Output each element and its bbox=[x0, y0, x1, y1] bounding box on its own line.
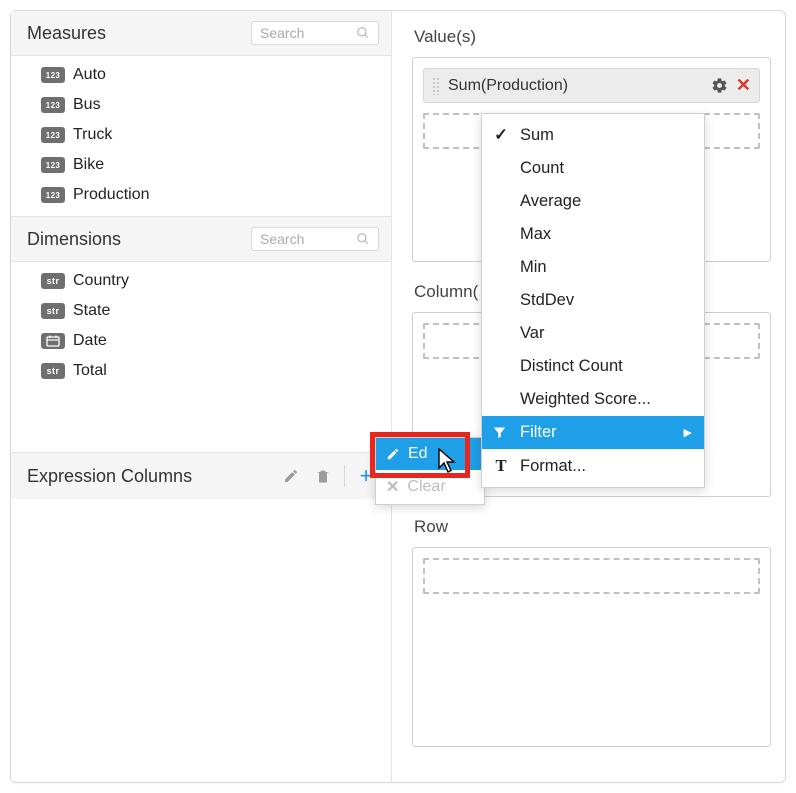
list-item[interactable]: 123 Production bbox=[11, 180, 391, 210]
value-pill[interactable]: Sum(Production) ✕ bbox=[423, 68, 760, 103]
list-item[interactable]: 123 Bike bbox=[11, 150, 391, 180]
measures-list: 123 Auto 123 Bus 123 Truck 123 Bike 123 Produ… bbox=[11, 56, 391, 216]
left-pane: Measures 123 Auto 123 Bus 123 Truck 123 Bike… bbox=[11, 11, 392, 782]
list-item[interactable]: str State bbox=[11, 296, 391, 326]
edit-expression-button[interactable] bbox=[280, 465, 302, 487]
menu-label: Weighted Score... bbox=[520, 390, 651, 409]
menu-item-count[interactable]: Count bbox=[482, 152, 704, 185]
measure-label: Production bbox=[73, 186, 150, 204]
chevron-right-icon: ▶ bbox=[684, 426, 692, 439]
submenu-edit-label: Ed bbox=[408, 445, 428, 463]
list-item[interactable]: 123 Bus bbox=[11, 90, 391, 120]
menu-label: Format... bbox=[520, 457, 586, 476]
menu-label: Var bbox=[520, 324, 544, 343]
list-item[interactable]: 123 Truck bbox=[11, 120, 391, 150]
menu-item-average[interactable]: Average bbox=[482, 185, 704, 218]
list-item[interactable]: str Country bbox=[11, 266, 391, 296]
string-icon: str bbox=[41, 273, 65, 289]
menu-label: Sum bbox=[520, 126, 554, 145]
aggregation-menu[interactable]: ✓ Sum Count Average Max Min StdDev Var Di… bbox=[481, 113, 705, 488]
dimension-label: Date bbox=[73, 332, 107, 350]
close-icon: ✕ bbox=[386, 477, 399, 497]
row-panel[interactable] bbox=[412, 547, 771, 747]
number-icon: 123 bbox=[41, 187, 65, 203]
number-icon: 123 bbox=[41, 97, 65, 113]
search-icon bbox=[356, 26, 370, 40]
menu-item-weighted-score[interactable]: Weighted Score... bbox=[482, 383, 704, 416]
row-label: Row bbox=[412, 515, 771, 543]
measures-title: Measures bbox=[27, 23, 106, 44]
menu-label: StdDev bbox=[520, 291, 574, 310]
string-icon: str bbox=[41, 303, 65, 319]
submenu-clear-label: Clear bbox=[407, 478, 445, 496]
measures-header: Measures bbox=[11, 11, 391, 56]
drag-handle-icon[interactable] bbox=[432, 77, 440, 95]
menu-label: Count bbox=[520, 159, 564, 178]
menu-label: Filter bbox=[520, 423, 557, 442]
number-icon: 123 bbox=[41, 67, 65, 83]
menu-item-distinct-count[interactable]: Distinct Count bbox=[482, 350, 704, 383]
check-icon: ✓ bbox=[492, 125, 510, 145]
dimension-label: Total bbox=[73, 362, 107, 380]
list-item[interactable]: 123 Auto bbox=[11, 60, 391, 90]
format-icon: T bbox=[492, 456, 510, 476]
add-expression-button[interactable]: + bbox=[355, 465, 377, 487]
list-item[interactable]: str Total bbox=[11, 356, 391, 386]
submenu-clear[interactable]: ✕ Clear bbox=[376, 470, 484, 504]
menu-label: Max bbox=[520, 225, 551, 244]
menu-item-max[interactable]: Max bbox=[482, 218, 704, 251]
number-icon: 123 bbox=[41, 157, 65, 173]
submenu-edit[interactable]: Ed bbox=[376, 438, 484, 470]
menu-item-var[interactable]: Var bbox=[482, 317, 704, 350]
divider bbox=[344, 465, 345, 487]
dimension-label: State bbox=[73, 302, 110, 320]
search-icon bbox=[356, 232, 370, 246]
menu-item-min[interactable]: Min bbox=[482, 251, 704, 284]
values-label: Value(s) bbox=[412, 25, 771, 53]
string-icon: str bbox=[41, 363, 65, 379]
measures-search-input[interactable] bbox=[260, 25, 340, 41]
number-icon: 123 bbox=[41, 127, 65, 143]
measure-label: Bike bbox=[73, 156, 104, 174]
measure-label: Truck bbox=[73, 126, 112, 144]
filter-submenu[interactable]: Ed ✕ Clear bbox=[375, 437, 485, 505]
gear-icon[interactable] bbox=[711, 77, 728, 94]
measure-label: Bus bbox=[73, 96, 101, 114]
dimensions-search[interactable] bbox=[251, 227, 379, 251]
delete-expression-button[interactable] bbox=[312, 465, 334, 487]
filter-icon bbox=[492, 425, 510, 440]
menu-label: Distinct Count bbox=[520, 357, 623, 376]
dimensions-title: Dimensions bbox=[27, 229, 121, 250]
expression-columns-title: Expression Columns bbox=[27, 466, 192, 487]
calendar-icon bbox=[41, 333, 65, 349]
menu-item-format[interactable]: T Format... bbox=[482, 449, 704, 483]
menu-item-sum[interactable]: ✓ Sum bbox=[482, 118, 704, 152]
pencil-icon bbox=[386, 447, 400, 461]
dimensions-search-input[interactable] bbox=[260, 231, 340, 247]
close-icon[interactable]: ✕ bbox=[736, 75, 751, 96]
list-item[interactable]: Date bbox=[11, 326, 391, 356]
dimension-label: Country bbox=[73, 272, 129, 290]
menu-item-filter[interactable]: Filter ▶ bbox=[482, 416, 704, 449]
measures-search[interactable] bbox=[251, 21, 379, 45]
menu-label: Min bbox=[520, 258, 547, 277]
expression-columns-header: Expression Columns + bbox=[11, 452, 391, 499]
row-dropzone[interactable] bbox=[423, 558, 760, 594]
menu-label: Average bbox=[520, 192, 581, 211]
menu-item-stddev[interactable]: StdDev bbox=[482, 284, 704, 317]
value-pill-label: Sum(Production) bbox=[448, 77, 703, 95]
dimensions-header: Dimensions bbox=[11, 216, 391, 262]
dimensions-list: str Country str State Date str Total bbox=[11, 262, 391, 392]
measure-label: Auto bbox=[73, 66, 106, 84]
